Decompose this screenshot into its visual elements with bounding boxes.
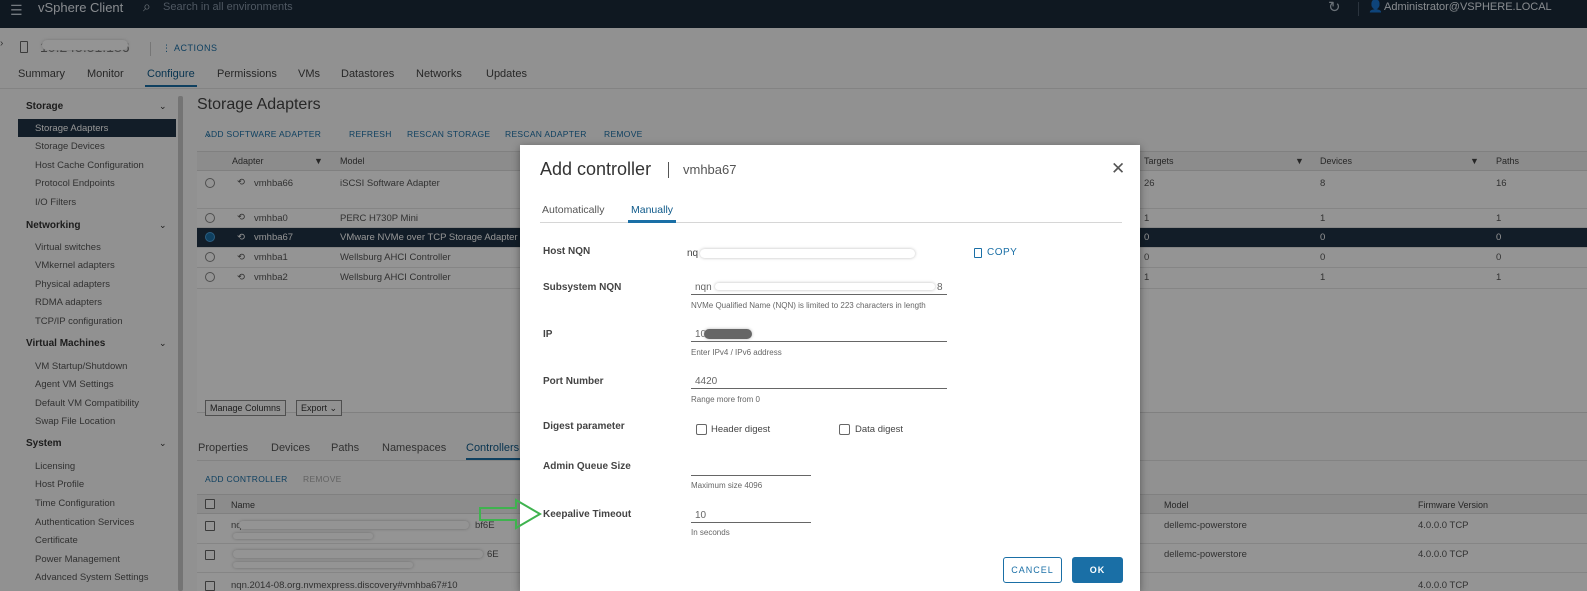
port-number-help: Range more from 0 — [691, 395, 760, 404]
header-digest-checkbox[interactable] — [696, 424, 707, 435]
copy-button[interactable]: COPY — [987, 247, 1017, 258]
redaction-mask — [715, 283, 935, 290]
data-digest-checkbox[interactable] — [839, 424, 850, 435]
tab-automatically[interactable]: Automatically — [542, 204, 604, 216]
close-icon[interactable]: ✕ — [1111, 160, 1125, 178]
subsystem-nqn-label: Subsystem NQN — [543, 282, 622, 293]
port-number-input[interactable]: 4420 — [691, 375, 947, 389]
subsystem-nqn-help: NVMe Qualified Name (NQN) is limited to … — [691, 301, 926, 310]
admin-queue-size-help: Maximum size 4096 — [691, 481, 763, 490]
copy-icon[interactable] — [974, 248, 982, 258]
host-nqn-label: Host NQN — [543, 246, 591, 257]
tab-manually[interactable]: Manually — [631, 204, 673, 216]
keepalive-timeout-input[interactable]: 10 — [691, 509, 811, 523]
header-digest-label[interactable]: Header digest — [711, 424, 770, 435]
cancel-button[interactable]: CANCEL — [1003, 557, 1062, 583]
active-dialog-tab-indicator — [628, 220, 676, 223]
redaction-mask — [700, 249, 915, 258]
add-controller-dialog: Add controller vmhba67 ✕ Automatically M… — [520, 145, 1140, 591]
ip-input[interactable]: 10 — [691, 328, 947, 342]
admin-queue-size-input[interactable] — [691, 462, 811, 476]
ip-label: IP — [543, 329, 553, 340]
dialog-title: Add controller — [540, 159, 652, 179]
title-divider — [668, 162, 669, 178]
ok-button[interactable]: OK — [1072, 557, 1123, 583]
redaction-mask — [704, 329, 752, 339]
dialog-subtitle: vmhba67 — [683, 162, 737, 177]
keepalive-timeout-help: In seconds — [691, 528, 730, 537]
keepalive-timeout-label: Keepalive Timeout — [543, 509, 632, 520]
ip-help: Enter IPv4 / IPv6 address — [691, 348, 782, 357]
digest-parameter-label: Digest parameter — [543, 421, 625, 432]
data-digest-label[interactable]: Data digest — [855, 424, 903, 435]
host-nqn-value: nq — [687, 248, 699, 259]
annotation-arrow-icon — [479, 498, 542, 530]
subsystem-nqn-input[interactable]: nqn 8 — [691, 281, 947, 295]
port-number-label: Port Number — [543, 376, 604, 387]
admin-queue-size-label: Admin Queue Size — [543, 461, 631, 472]
